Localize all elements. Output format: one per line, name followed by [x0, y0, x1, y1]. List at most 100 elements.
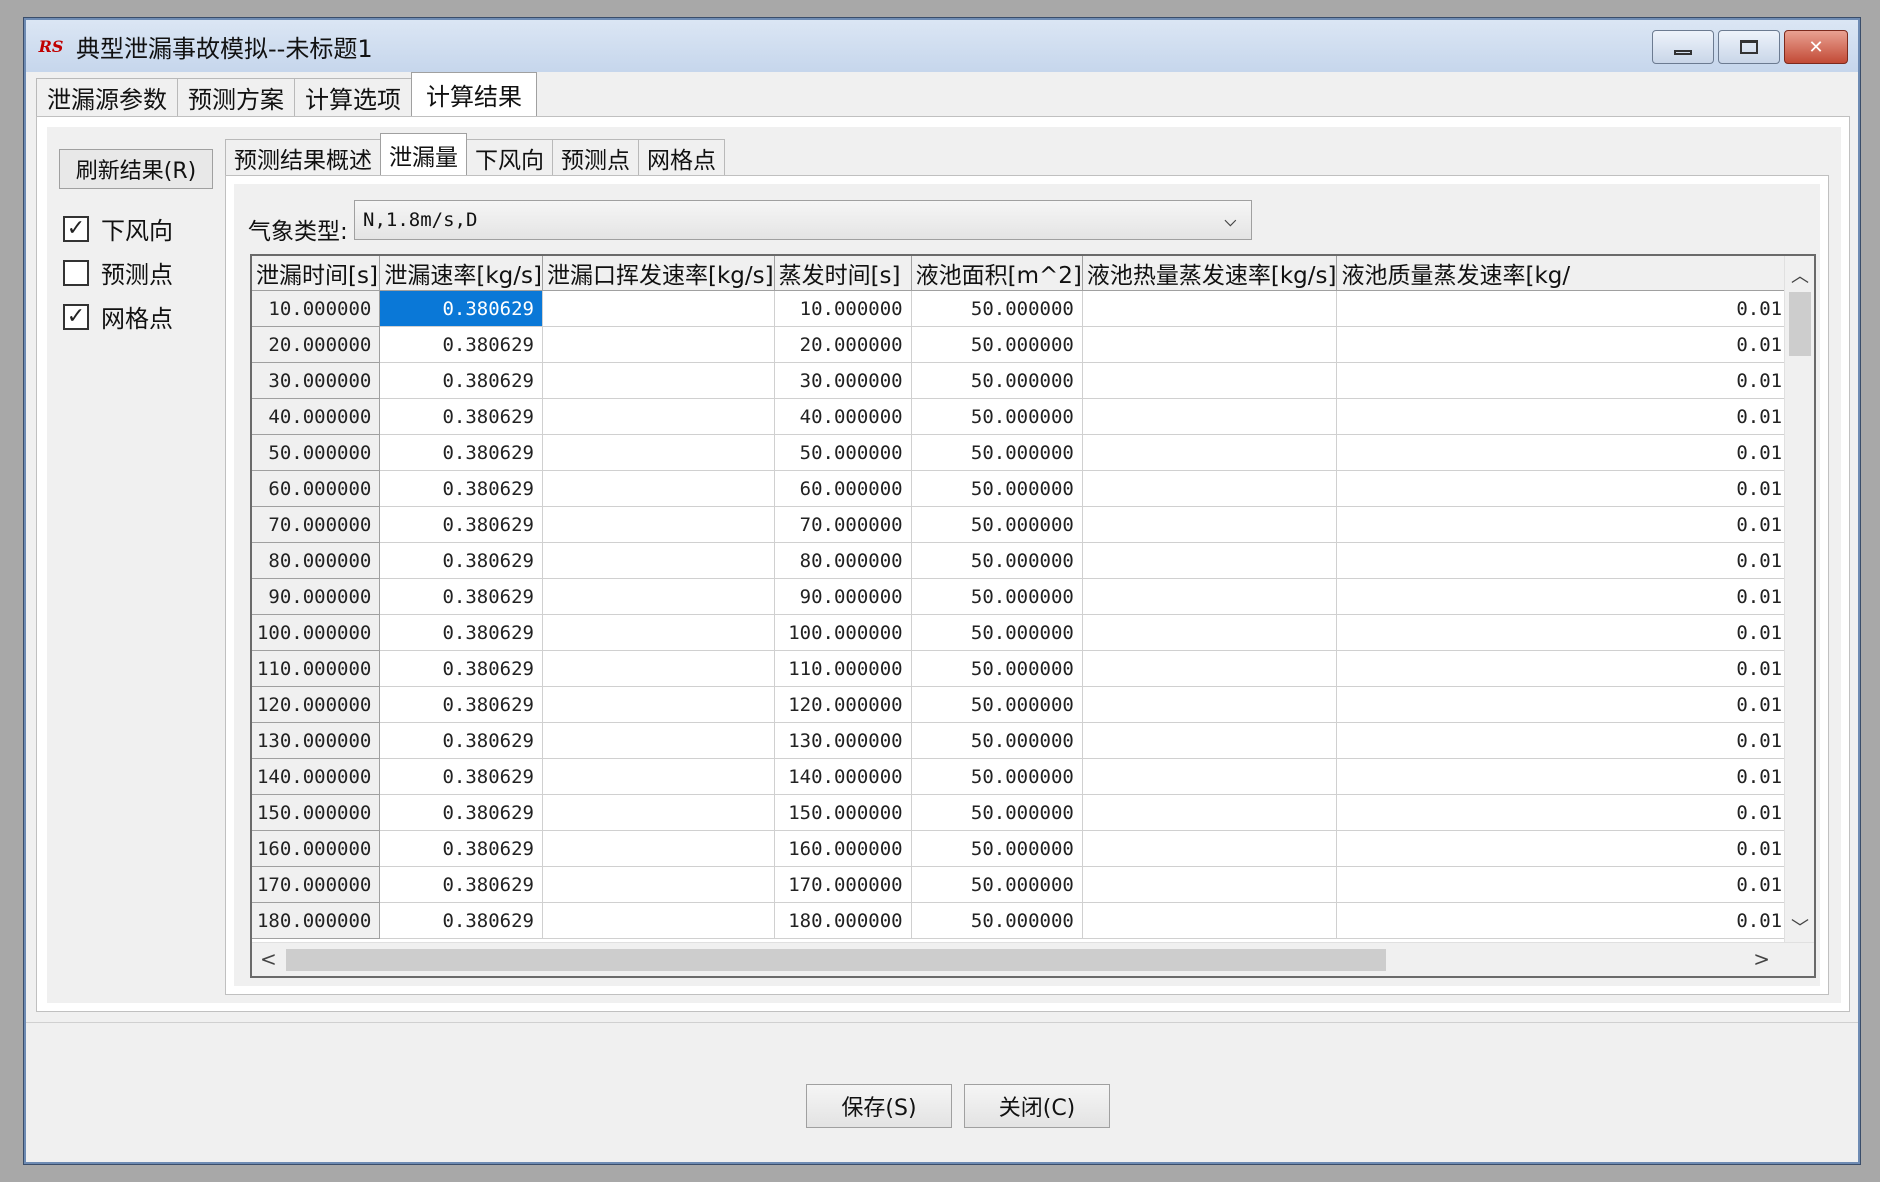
row-header-cell[interactable]: 40.000000 [252, 398, 381, 435]
table-cell[interactable] [1082, 506, 1338, 543]
table-cell[interactable] [1082, 470, 1338, 507]
save-button[interactable]: 保存(S) [806, 1084, 952, 1128]
table-cell[interactable]: 0.380629 [379, 614, 543, 651]
table-cell[interactable]: 0.380629 [379, 290, 543, 327]
table-cell[interactable]: 50.000000 [911, 542, 1083, 579]
column-header[interactable]: 泄漏时间[s] [252, 256, 381, 291]
tab-calc-options[interactable]: 计算选项 [294, 78, 412, 116]
table-cell[interactable]: 0.380629 [379, 650, 543, 687]
table-cell[interactable]: 170.000000 [774, 866, 912, 903]
table-cell[interactable]: 0.011( [1336, 830, 1814, 867]
table-cell[interactable] [1082, 758, 1338, 795]
table-cell[interactable]: 0.380629 [379, 326, 543, 363]
table-cell[interactable]: 0.011( [1336, 794, 1814, 831]
table-cell[interactable] [542, 794, 775, 831]
row-header-cell[interactable]: 90.000000 [252, 578, 381, 615]
table-row[interactable]: 40.000000 0.380629 40.000000 50.000000 0.011… [252, 398, 1814, 435]
table-cell[interactable]: 50.000000 [911, 650, 1083, 687]
predict-points-checkbox[interactable] [63, 259, 89, 286]
table-cell[interactable]: 0.011( [1336, 614, 1814, 651]
table-cell[interactable] [542, 578, 775, 615]
row-header-cell[interactable]: 150.000000 [252, 794, 381, 831]
downwind-checkbox[interactable]: ✓ [63, 215, 89, 242]
table-cell[interactable] [542, 686, 775, 723]
vertical-scrollbar[interactable]: ︿ ﹀ [1784, 256, 1814, 946]
table-row[interactable]: 80.000000 0.380629 80.000000 50.000000 0.011… [252, 542, 1814, 579]
table-cell[interactable]: 0.011( [1336, 542, 1814, 579]
row-header-cell[interactable]: 170.000000 [252, 866, 381, 903]
row-header-cell[interactable]: 10.000000 [252, 290, 381, 327]
minimize-button[interactable] [1652, 30, 1714, 64]
table-cell[interactable]: 0.011( [1336, 506, 1814, 543]
table-cell[interactable] [1082, 434, 1338, 471]
table-cell[interactable]: 0.380629 [379, 686, 543, 723]
table-row[interactable]: 100.000000 0.380629 100.000000 50.000000 0.0… [252, 614, 1814, 651]
table-cell[interactable] [542, 758, 775, 795]
table-cell[interactable]: 50.000000 [911, 794, 1083, 831]
table-cell[interactable] [1082, 794, 1338, 831]
table-cell[interactable]: 0.011( [1336, 578, 1814, 615]
table-row[interactable]: 170.000000 0.380629 170.000000 50.000000 0.0… [252, 866, 1814, 903]
table-cell[interactable] [542, 470, 775, 507]
tab-prediction-plan[interactable]: 预测方案 [177, 78, 295, 116]
table-cell[interactable]: 0.011( [1336, 434, 1814, 471]
table-cell[interactable]: 140.000000 [774, 758, 912, 795]
table-cell[interactable]: 0.380629 [379, 794, 543, 831]
table-cell[interactable]: 50.000000 [911, 578, 1083, 615]
table-cell[interactable] [1082, 902, 1338, 939]
leak-results-grid[interactable]: 泄漏时间[s] 泄漏速率[kg/s] 泄漏口挥发速率[kg/s] 蒸发时间[s] 液池面… [250, 254, 1816, 978]
table-row[interactable]: 20.000000 0.380629 20.000000 50.000000 0.011… [252, 326, 1814, 363]
table-cell[interactable]: 0.011( [1336, 362, 1814, 399]
table-cell[interactable]: 50.000000 [911, 722, 1083, 759]
row-header-cell[interactable]: 50.000000 [252, 434, 381, 471]
table-cell[interactable]: 120.000000 [774, 686, 912, 723]
row-header-cell[interactable]: 140.000000 [252, 758, 381, 795]
table-cell[interactable]: 0.011( [1336, 326, 1814, 363]
table-cell[interactable]: 50.000000 [911, 326, 1083, 363]
tab-calc-results[interactable]: 计算结果 [411, 72, 537, 116]
table-cell[interactable]: 0.380629 [379, 722, 543, 759]
table-cell[interactable]: 0.011( [1336, 758, 1814, 795]
chevron-right-icon[interactable]: > [1753, 947, 1770, 971]
column-header[interactable]: 泄漏口挥发速率[kg/s] [542, 256, 775, 291]
grid-points-checkbox[interactable]: ✓ [63, 303, 89, 330]
close-window-button[interactable]: ✕ [1784, 30, 1848, 64]
table-cell[interactable]: 60.000000 [774, 470, 912, 507]
table-cell[interactable]: 50.000000 [911, 398, 1083, 435]
column-header[interactable]: 泄漏速率[kg/s] [379, 256, 543, 291]
table-cell[interactable]: 0.380629 [379, 542, 543, 579]
table-cell[interactable] [1082, 362, 1338, 399]
row-header-cell[interactable]: 80.000000 [252, 542, 381, 579]
table-cell[interactable] [542, 542, 775, 579]
table-cell[interactable] [542, 866, 775, 903]
table-cell[interactable] [1082, 686, 1338, 723]
column-header[interactable]: 蒸发时间[s] [774, 256, 912, 291]
row-header-cell[interactable]: 120.000000 [252, 686, 381, 723]
table-cell[interactable]: 0.380629 [379, 470, 543, 507]
table-row[interactable]: 10.000000 0.380629 10.000000 50.000000 0.011… [252, 290, 1814, 327]
table-cell[interactable]: 160.000000 [774, 830, 912, 867]
refresh-results-button[interactable]: 刷新结果(R) [59, 149, 213, 189]
row-header-cell[interactable]: 30.000000 [252, 362, 381, 399]
table-cell[interactable] [542, 506, 775, 543]
table-cell[interactable]: 0.380629 [379, 758, 543, 795]
table-cell[interactable]: 10.000000 [774, 290, 912, 327]
table-cell[interactable] [542, 614, 775, 651]
table-cell[interactable]: 50.000000 [911, 902, 1083, 939]
table-cell[interactable]: 110.000000 [774, 650, 912, 687]
column-header[interactable]: 液池面积[m^2] [911, 256, 1083, 291]
table-row[interactable]: 180.000000 0.380629 180.000000 50.000000 0.0… [252, 902, 1814, 939]
table-row[interactable]: 140.000000 0.380629 140.000000 50.000000 0.0… [252, 758, 1814, 795]
row-header-cell[interactable]: 100.000000 [252, 614, 381, 651]
table-row[interactable]: 110.000000 0.380629 110.000000 50.000000 0.0… [252, 650, 1814, 687]
table-cell[interactable] [542, 650, 775, 687]
chevron-left-icon[interactable]: < [260, 947, 277, 971]
table-cell[interactable]: 0.380629 [379, 866, 543, 903]
table-row[interactable]: 90.000000 0.380629 90.000000 50.000000 0.011… [252, 578, 1814, 615]
table-cell[interactable] [1082, 542, 1338, 579]
row-header-cell[interactable]: 60.000000 [252, 470, 381, 507]
title-bar[interactable]: RS 典型泄漏事故模拟--未标题1 ✕ [26, 20, 1858, 72]
table-cell[interactable] [542, 290, 775, 327]
row-header-cell[interactable]: 110.000000 [252, 650, 381, 687]
horizontal-scroll-thumb[interactable] [286, 949, 1386, 971]
